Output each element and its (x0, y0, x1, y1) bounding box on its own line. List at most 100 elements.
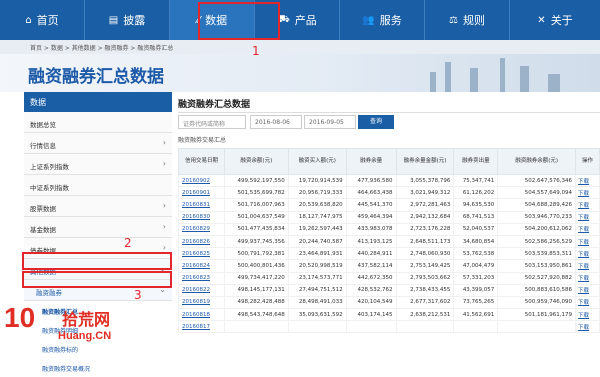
sidebar-subitem-overview[interactable]: 融资融券交易概况 (24, 358, 172, 377)
date-link[interactable]: 20160901 (178, 186, 225, 200)
col-header-short-amount: 融券余量金额(元) (395, 148, 455, 175)
date-link[interactable]: 20160829 (178, 222, 225, 236)
nav-home[interactable]: ⌂ 首页 (0, 0, 84, 40)
table-cell: 437,582,114 (345, 259, 397, 273)
table-header-row: 信用交易日期 融资余额(元) 融资买入额(元) 融券余量 融券余量金额(元) 融… (178, 148, 600, 175)
table-row: 20160824 500,400,801,436 20,520,998,519 437… (178, 259, 600, 273)
table-cell: 34,680,854 (453, 234, 499, 249)
home-icon: ⌂ (25, 14, 32, 26)
table-cell: 2,753,149,425 (395, 259, 455, 273)
table-cell: 2,972,281,463 (395, 198, 455, 212)
col-header-short-volume: 融券余量 (345, 148, 397, 175)
date-link[interactable]: 20160826 (178, 234, 225, 249)
download-link[interactable]: 下载 (575, 271, 600, 285)
start-date-field[interactable]: 2016-08-06 (250, 115, 302, 129)
date-link[interactable]: 20160817 (178, 320, 225, 334)
table-cell: 2,748,060,930 (395, 247, 455, 261)
download-link[interactable]: 下载 (575, 186, 600, 200)
table-cell: 420,104,549 (345, 295, 397, 310)
download-link[interactable]: 下载 (575, 198, 600, 212)
sidebar-item-label: 行情信息 (30, 142, 56, 150)
content-title: 融资融券汇总数据 (178, 100, 251, 110)
chevron-right-icon: › (162, 159, 166, 168)
sidebar-item-label: 股票数据 (30, 205, 56, 213)
table-row: 20160818 498,543,748,648 35,093,631,592 403… (178, 308, 600, 322)
table-cell: 498,282,428,488 (223, 295, 289, 310)
table-cell: 503,946,770,233 (497, 210, 577, 224)
table-row: 20160825 500,791,792,381 23,464,891,931 440… (178, 247, 600, 261)
date-link[interactable]: 20160830 (178, 210, 225, 224)
table-row: 20160817 下载 (178, 320, 600, 334)
sidebar-item-overview[interactable]: 数据总览 (24, 112, 172, 133)
sidebar-item-stock[interactable]: 股票数据 › (24, 196, 172, 217)
date-link[interactable]: 20160831 (178, 198, 225, 212)
download-link[interactable]: 下载 (575, 210, 600, 224)
table-cell: 28,498,491,033 (287, 295, 347, 310)
download-link[interactable]: 下载 (575, 222, 600, 236)
sidebar-item-sse-index[interactable]: 上证系列指数 › (24, 154, 172, 175)
table-cell: 53,762,538 (453, 247, 499, 261)
table-cell: 499,734,417,220 (223, 271, 289, 285)
date-link[interactable]: 20160825 (178, 247, 225, 261)
table-cell: 403,174,145 (345, 308, 397, 322)
query-button[interactable]: 查询 (358, 115, 394, 129)
chevron-right-icon: › (162, 243, 166, 252)
users-icon: 👥 (362, 14, 375, 26)
table-cell: 500,400,801,436 (223, 259, 289, 273)
table-cell: 3,021,949,312 (395, 186, 455, 200)
table-cell: 501,181,961,179 (497, 308, 577, 322)
nav-disclosure[interactable]: ▤ 披露 (85, 0, 169, 40)
download-link[interactable]: 下载 (575, 247, 600, 261)
table-cell: 23,174,573,771 (287, 271, 347, 285)
cross-icon: ✕ (537, 14, 546, 26)
sidebar-item-market[interactable]: 行情信息 › (24, 133, 172, 154)
watermark-number: 10 (4, 302, 36, 333)
sidebar-item-fund[interactable]: 基金数据 › (24, 217, 172, 238)
table-cell: 73,765,265 (453, 295, 499, 310)
watermark-logo: 10 拾荒网 Huang.CN (0, 300, 140, 360)
download-link[interactable]: 下载 (575, 259, 600, 273)
date-link[interactable]: 20160823 (178, 271, 225, 285)
nav-rules[interactable]: ⚖ 规则 (425, 0, 509, 40)
security-search-input[interactable]: 证券代码或简称 (178, 115, 246, 129)
nav-rules-label: 规则 (462, 14, 485, 27)
end-date-field[interactable]: 2016-09-05 (304, 115, 356, 129)
nav-about[interactable]: ✕ 关于 (510, 0, 600, 40)
download-link[interactable]: 下载 (575, 173, 600, 188)
table-row: 20160831 501,716,007,963 20,539,638,820 445… (178, 198, 600, 212)
table-cell: 19,262,597,443 (287, 222, 347, 236)
download-link[interactable]: 下载 (575, 234, 600, 249)
skyline-building (445, 62, 451, 92)
date-link[interactable]: 20160819 (178, 295, 225, 310)
sidebar-item-label: 上证系列指数 (30, 163, 69, 171)
table-row: 20160819 498,282,428,488 28,498,491,033 420… (178, 295, 600, 310)
table-cell (453, 320, 499, 334)
download-link[interactable]: 下载 (575, 283, 600, 297)
table-cell: 500,883,610,586 (497, 283, 577, 297)
date-link[interactable]: 20160818 (178, 308, 225, 322)
download-link[interactable]: 下载 (575, 320, 600, 334)
table-cell: 477,936,580 (345, 173, 397, 188)
col-header-date: 信用交易日期 (178, 148, 225, 175)
date-link[interactable]: 20160824 (178, 259, 225, 273)
table-cell: 502,586,256,529 (497, 234, 577, 249)
sidebar-item-label: 融资融券 (36, 289, 62, 297)
table-cell: 20,244,740,587 (287, 234, 347, 249)
download-link[interactable]: 下载 (575, 308, 600, 322)
table-cell: 433,983,078 (345, 222, 397, 236)
sidebar-item-csi-index[interactable]: 中证系列指数 (24, 175, 172, 196)
gavel-icon: ⚖ (449, 14, 458, 26)
table-cell: 94,635,530 (453, 198, 499, 212)
nav-services[interactable]: 👥 服务 (340, 0, 424, 40)
download-link[interactable]: 下载 (575, 295, 600, 310)
table-cell (395, 320, 455, 334)
sidebar-heading: 数据 (24, 92, 172, 112)
table-row: 20160822 498,145,177,131 27,494,751,512 428… (178, 283, 600, 297)
annotation-box-margin (22, 271, 172, 288)
skyline-building (470, 68, 478, 92)
date-link[interactable]: 20160822 (178, 283, 225, 297)
table-cell: 57,331,203 (453, 271, 499, 285)
table-cell: 503,539,853,311 (497, 247, 577, 261)
table-row: 20160830 501,004,637,549 18,127,747,975 459… (178, 210, 600, 224)
date-link[interactable]: 20160902 (178, 173, 225, 188)
